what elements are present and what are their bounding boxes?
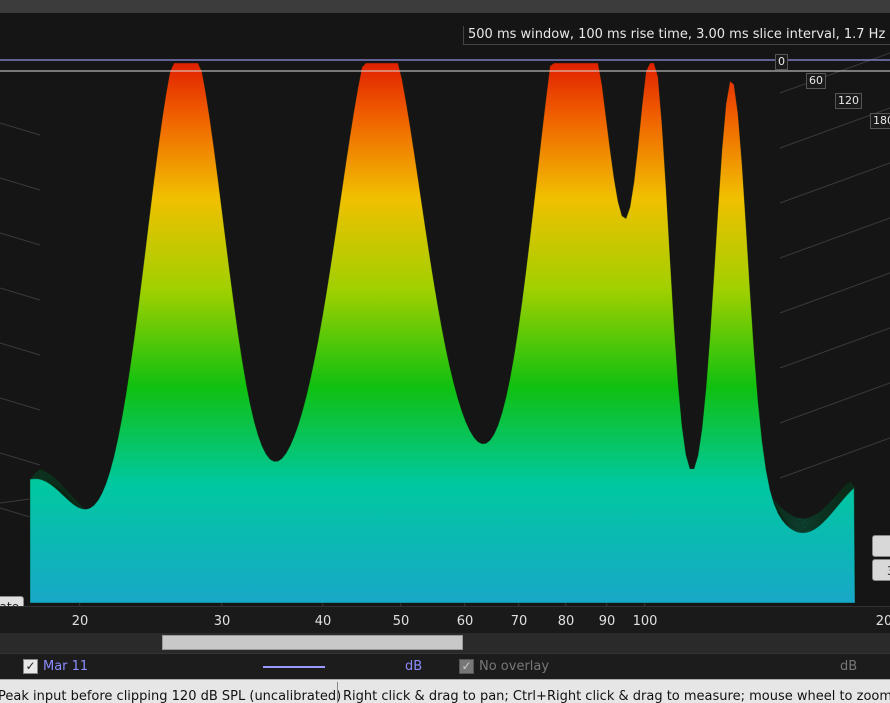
analysis-info-label: 500 ms window, 100 ms rise time, 3.00 ms… bbox=[463, 26, 890, 45]
grid-line bbox=[0, 397, 41, 411]
edge-button-upper[interactable] bbox=[872, 535, 890, 557]
waterfall-plot[interactable]: 500 ms window, 100 ms rise time, 3.00 ms… bbox=[0, 13, 890, 606]
series-line-swatch bbox=[263, 666, 325, 668]
x-tick-label: 40 bbox=[314, 614, 332, 629]
x-tick-label: 20 bbox=[875, 614, 890, 629]
z-tick-label: 120 bbox=[835, 93, 862, 109]
grid-line bbox=[0, 452, 41, 466]
grid-line bbox=[0, 342, 41, 356]
grid-line bbox=[0, 498, 31, 504]
z-tick-label: 0 bbox=[775, 54, 788, 70]
waterfall-surface bbox=[29, 62, 856, 604]
z-tick-label: 180 bbox=[870, 113, 890, 129]
series-name-label[interactable]: Mar 11 bbox=[43, 659, 88, 674]
legend-bar: ✓ Mar 11 dB ✓ No overlay dB bbox=[0, 653, 890, 680]
series-unit-label: dB bbox=[405, 659, 423, 674]
grid-line bbox=[779, 437, 890, 479]
grid-line bbox=[779, 52, 890, 94]
series-checkbox[interactable]: ✓ bbox=[23, 659, 38, 674]
grid-line bbox=[0, 122, 41, 136]
x-tick-label: 90 bbox=[598, 614, 616, 629]
frequency-axis: 20 30 40 50 60 70 80 90 100 20 bbox=[0, 606, 890, 634]
grid-line bbox=[779, 382, 890, 424]
scrollbar-thumb[interactable] bbox=[162, 635, 463, 650]
waterfall-svg bbox=[0, 52, 890, 606]
grid-line bbox=[779, 162, 890, 204]
top-toolbar-strip bbox=[0, 0, 890, 13]
update-button[interactable]: ate bbox=[0, 596, 24, 606]
z-tick-label: 60 bbox=[806, 73, 826, 89]
grid-line bbox=[0, 287, 41, 301]
overlay-label[interactable]: No overlay bbox=[479, 659, 549, 674]
x-tick-label: 70 bbox=[510, 614, 528, 629]
edge-button-lower[interactable]: 3 bbox=[872, 559, 890, 581]
x-tick-label: 20 bbox=[71, 614, 89, 629]
grid-line bbox=[779, 272, 890, 314]
horizontal-scrollbar[interactable] bbox=[0, 633, 890, 653]
x-tick-label: 50 bbox=[392, 614, 410, 629]
status-right-text: Right click & drag to pan; Ctrl+Right cl… bbox=[343, 689, 890, 703]
x-tick-label: 60 bbox=[456, 614, 474, 629]
overlay-unit-label: dB bbox=[840, 659, 858, 674]
x-tick-label: 30 bbox=[213, 614, 231, 629]
grid-line bbox=[779, 217, 890, 259]
status-bar: Peak input before clipping 120 dB SPL (u… bbox=[0, 679, 890, 703]
waterfall-slice bbox=[29, 62, 856, 604]
overlay-checkbox[interactable]: ✓ bbox=[459, 659, 474, 674]
grid-line bbox=[0, 177, 41, 191]
x-tick-label: 80 bbox=[557, 614, 575, 629]
grid-line bbox=[779, 327, 890, 369]
status-divider bbox=[337, 682, 338, 703]
grid-line bbox=[0, 232, 41, 246]
status-left-text: Peak input before clipping 120 dB SPL (u… bbox=[0, 689, 342, 703]
x-tick-label: 100 bbox=[632, 614, 658, 629]
